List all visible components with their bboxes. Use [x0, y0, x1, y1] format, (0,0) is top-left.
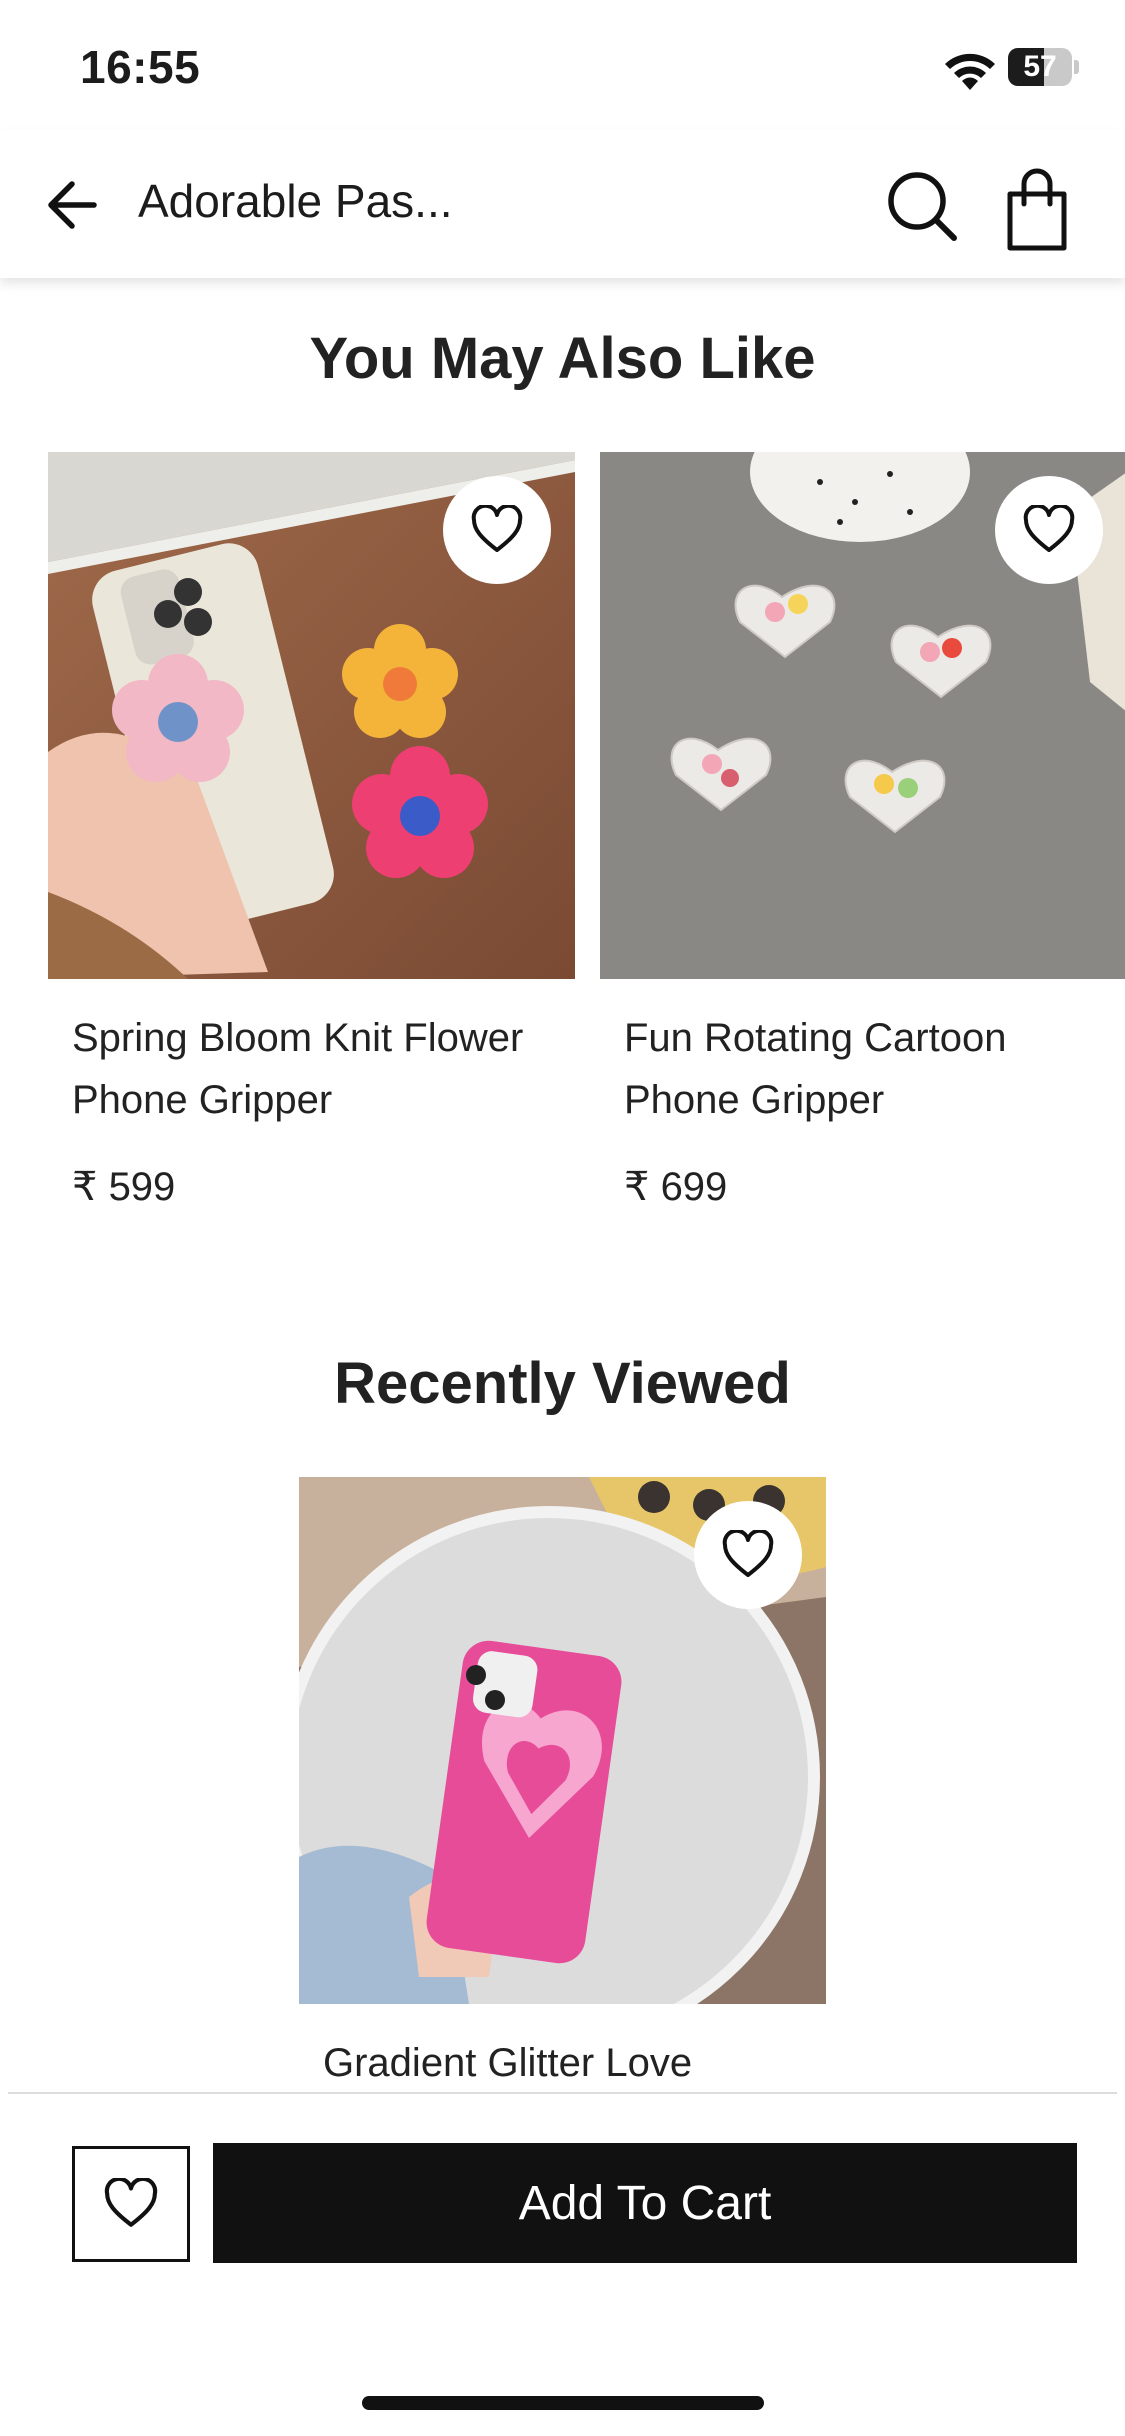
page-title: Adorable Pas... — [138, 175, 453, 227]
shopping-bag-icon[interactable] — [1000, 166, 1090, 256]
heart-outline-icon — [471, 505, 523, 552]
product-price: ₹ 699 — [624, 1165, 728, 1209]
battery-level: 57 — [1023, 50, 1057, 83]
add-to-cart-button[interactable]: Add To Cart — [213, 2143, 1077, 2263]
wishlist-button[interactable] — [443, 476, 551, 584]
status-bar: 16:55 57 — [0, 0, 1125, 130]
battery-icon: 57 — [1008, 48, 1079, 86]
wifi-icon — [945, 53, 995, 90]
battery-body: 57 — [1008, 48, 1072, 86]
product-name[interactable]: Spring Bloom Knit Flower Phone Gripper — [72, 1007, 572, 1131]
heart-outline-icon — [722, 1530, 774, 1577]
also-like-title: You May Also Like — [309, 326, 816, 391]
top-navigation-bar: Adorable Pas... — [0, 130, 1125, 278]
wishlist-button[interactable] — [995, 476, 1103, 584]
add-to-wishlist-button[interactable] — [72, 2146, 190, 2262]
wishlist-button[interactable] — [694, 1501, 802, 1609]
product-name[interactable]: Fun Rotating Cartoon Phone Gripper — [624, 1007, 1124, 1131]
product-price: ₹ 599 — [72, 1165, 176, 1209]
home-indicator[interactable] — [362, 2396, 764, 2410]
search-icon[interactable] — [884, 168, 960, 244]
battery-cap — [1074, 60, 1079, 74]
heart-outline-icon — [1023, 505, 1075, 552]
arrow-left-icon[interactable] — [40, 172, 110, 238]
heart-outline-icon — [104, 2178, 158, 2227]
status-time: 16:55 — [80, 41, 201, 93]
product-name[interactable]: Gradient Glitter Love — [323, 2032, 823, 2094]
recently-viewed-title: Recently Viewed — [334, 1351, 791, 1416]
